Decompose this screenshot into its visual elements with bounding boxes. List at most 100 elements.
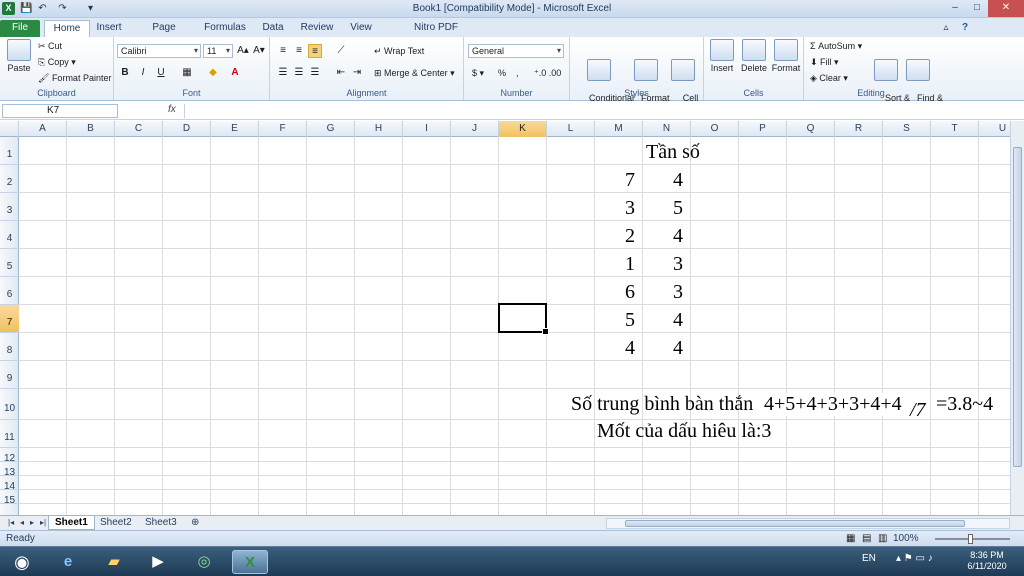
select-all-corner[interactable] xyxy=(0,121,19,137)
horizontal-scroll-thumb[interactable] xyxy=(625,520,965,527)
cell-M6[interactable]: 6 xyxy=(625,281,635,304)
zoom-slider-knob[interactable] xyxy=(968,534,973,544)
row-header-12[interactable]: 12 xyxy=(0,448,19,464)
row-header-14[interactable]: 14 xyxy=(0,476,19,492)
cell-N2[interactable]: 4 xyxy=(673,169,683,192)
cell-sum-formula[interactable]: 4+5+4+3+3+4+4 xyxy=(763,393,903,416)
cell-N7[interactable]: 4 xyxy=(673,309,683,332)
column-header-I[interactable]: I xyxy=(403,121,451,137)
align-right-icon[interactable]: ☰ xyxy=(308,66,322,80)
cell-M7[interactable]: 5 xyxy=(625,309,635,332)
align-bottom-icon[interactable]: ≡ xyxy=(308,44,322,58)
cell-N3[interactable]: 5 xyxy=(673,197,683,220)
name-box[interactable]: K7 xyxy=(2,104,118,118)
row-header-10[interactable]: 10 xyxy=(0,389,19,420)
column-header-D[interactable]: D xyxy=(163,121,211,137)
column-header-S[interactable]: S xyxy=(883,121,931,137)
vertical-scrollbar[interactable] xyxy=(1010,121,1024,515)
column-header-F[interactable]: F xyxy=(259,121,307,137)
tab-view[interactable]: View xyxy=(346,20,376,37)
format-painter-button[interactable]: 🖌 Format Painter xyxy=(38,73,111,84)
tab-data[interactable]: Data xyxy=(258,20,288,37)
grow-font-button[interactable]: A▴ xyxy=(236,44,250,58)
row-header-11[interactable]: 11 xyxy=(0,420,19,448)
column-header-C[interactable]: C xyxy=(115,121,163,137)
cell-M2[interactable]: 7 xyxy=(625,169,635,192)
column-header-Q[interactable]: Q xyxy=(787,121,835,137)
tab-insert[interactable]: Insert xyxy=(92,20,126,37)
percent-button[interactable]: % xyxy=(498,68,506,78)
font-name-select[interactable]: Calibri xyxy=(117,44,201,58)
clear-button[interactable]: ◈ Clear ▾ xyxy=(810,73,848,84)
row-header-4[interactable]: 4 xyxy=(0,221,19,249)
column-header-B[interactable]: B xyxy=(67,121,115,137)
borders-icon[interactable]: ▦ xyxy=(180,66,194,80)
page-break-view-icon[interactable]: ▥ xyxy=(878,533,887,544)
system-clock[interactable]: 8:36 PM 6/11/2020 xyxy=(958,550,1016,572)
row-header-9[interactable]: 9 xyxy=(0,361,19,389)
cell-M8[interactable]: 4 xyxy=(625,337,635,360)
column-header-J[interactable]: J xyxy=(451,121,499,137)
increase-indent-icon[interactable]: ⇥ xyxy=(350,66,364,80)
vertical-scroll-thumb[interactable] xyxy=(1013,147,1022,467)
cell-N8[interactable]: 4 xyxy=(673,337,683,360)
zoom-level[interactable]: 100% xyxy=(893,533,919,544)
minimize-button[interactable]: – xyxy=(944,0,966,17)
column-header-R[interactable]: R xyxy=(835,121,883,137)
orientation-icon[interactable]: ⟋ xyxy=(334,44,348,58)
align-left-icon[interactable]: ☰ xyxy=(276,66,290,80)
decimal-buttons[interactable]: ⁺.0 .00 xyxy=(534,68,561,79)
shrink-font-button[interactable]: A▾ xyxy=(252,44,266,58)
row-header-2[interactable]: 2 xyxy=(0,165,19,193)
autosum-button[interactable]: Σ AutoSum ▾ xyxy=(810,41,862,52)
language-indicator[interactable]: EN xyxy=(862,553,876,564)
file-explorer-icon[interactable]: ▰ xyxy=(96,550,132,574)
row-header-1[interactable]: 1 xyxy=(0,137,19,165)
currency-button[interactable]: $ ▾ xyxy=(472,68,484,79)
cell-N6[interactable]: 3 xyxy=(673,281,683,304)
cell-N1[interactable]: Tần số xyxy=(646,141,700,164)
selected-cell[interactable] xyxy=(498,303,549,335)
merge-center-button[interactable]: ⊞ Merge & Center ▾ xyxy=(374,68,455,79)
row-header-5[interactable]: 5 xyxy=(0,249,19,277)
tab-formulas[interactable]: Formulas xyxy=(202,20,248,37)
row-header-13[interactable]: 13 xyxy=(0,462,19,478)
row-header-7[interactable]: 7 xyxy=(0,305,19,333)
underline-button[interactable]: U xyxy=(154,66,168,80)
insert-function-button[interactable]: fx xyxy=(168,104,176,115)
column-header-N[interactable]: N xyxy=(643,121,691,137)
horizontal-scrollbar[interactable] xyxy=(606,518,1010,529)
sheet-tab-2[interactable]: Sheet2 xyxy=(94,516,138,530)
column-header-L[interactable]: L xyxy=(547,121,595,137)
align-middle-icon[interactable]: ≡ xyxy=(292,44,306,58)
format-cells-button[interactable]: Format xyxy=(770,39,802,73)
column-header-M[interactable]: M xyxy=(595,121,643,137)
align-center-icon[interactable]: ☰ xyxy=(292,66,306,80)
sheet-tab-3[interactable]: Sheet3 xyxy=(139,516,183,530)
start-button-icon[interactable]: ◉ xyxy=(4,550,40,574)
copy-button[interactable]: ⎘ Copy ▾ xyxy=(38,57,76,68)
column-header-G[interactable]: G xyxy=(307,121,355,137)
row-header-15[interactable]: 15 xyxy=(0,490,19,506)
cell-M5[interactable]: 1 xyxy=(625,253,635,276)
row-header-8[interactable]: 8 xyxy=(0,333,19,361)
tab-review[interactable]: Review xyxy=(298,20,336,37)
decrease-indent-icon[interactable]: ⇤ xyxy=(334,66,348,80)
font-size-select[interactable]: 11 xyxy=(203,44,233,58)
row-header-3[interactable]: 3 xyxy=(0,193,19,221)
row-header-6[interactable]: 6 xyxy=(0,277,19,305)
cell-M4[interactable]: 2 xyxy=(625,225,635,248)
insert-cells-button[interactable]: Insert xyxy=(706,39,738,73)
wrap-text-button[interactable]: ↵ Wrap Text xyxy=(374,46,424,57)
normal-view-icon[interactable]: ▦ xyxy=(846,533,855,544)
excel-taskbar-icon[interactable]: X xyxy=(232,550,268,574)
cell-result[interactable]: =3.8~4 xyxy=(936,393,993,416)
column-header-A[interactable]: A xyxy=(19,121,67,137)
column-header-P[interactable]: P xyxy=(739,121,787,137)
bold-button[interactable]: B xyxy=(118,66,132,80)
align-top-icon[interactable]: ≡ xyxy=(276,44,290,58)
fill-button[interactable]: ⬇ Fill ▾ xyxy=(810,57,839,68)
media-player-icon[interactable]: ▶ xyxy=(140,550,176,574)
sheet-tab-1[interactable]: Sheet1 xyxy=(48,516,95,530)
tab-file[interactable]: File xyxy=(0,20,40,37)
